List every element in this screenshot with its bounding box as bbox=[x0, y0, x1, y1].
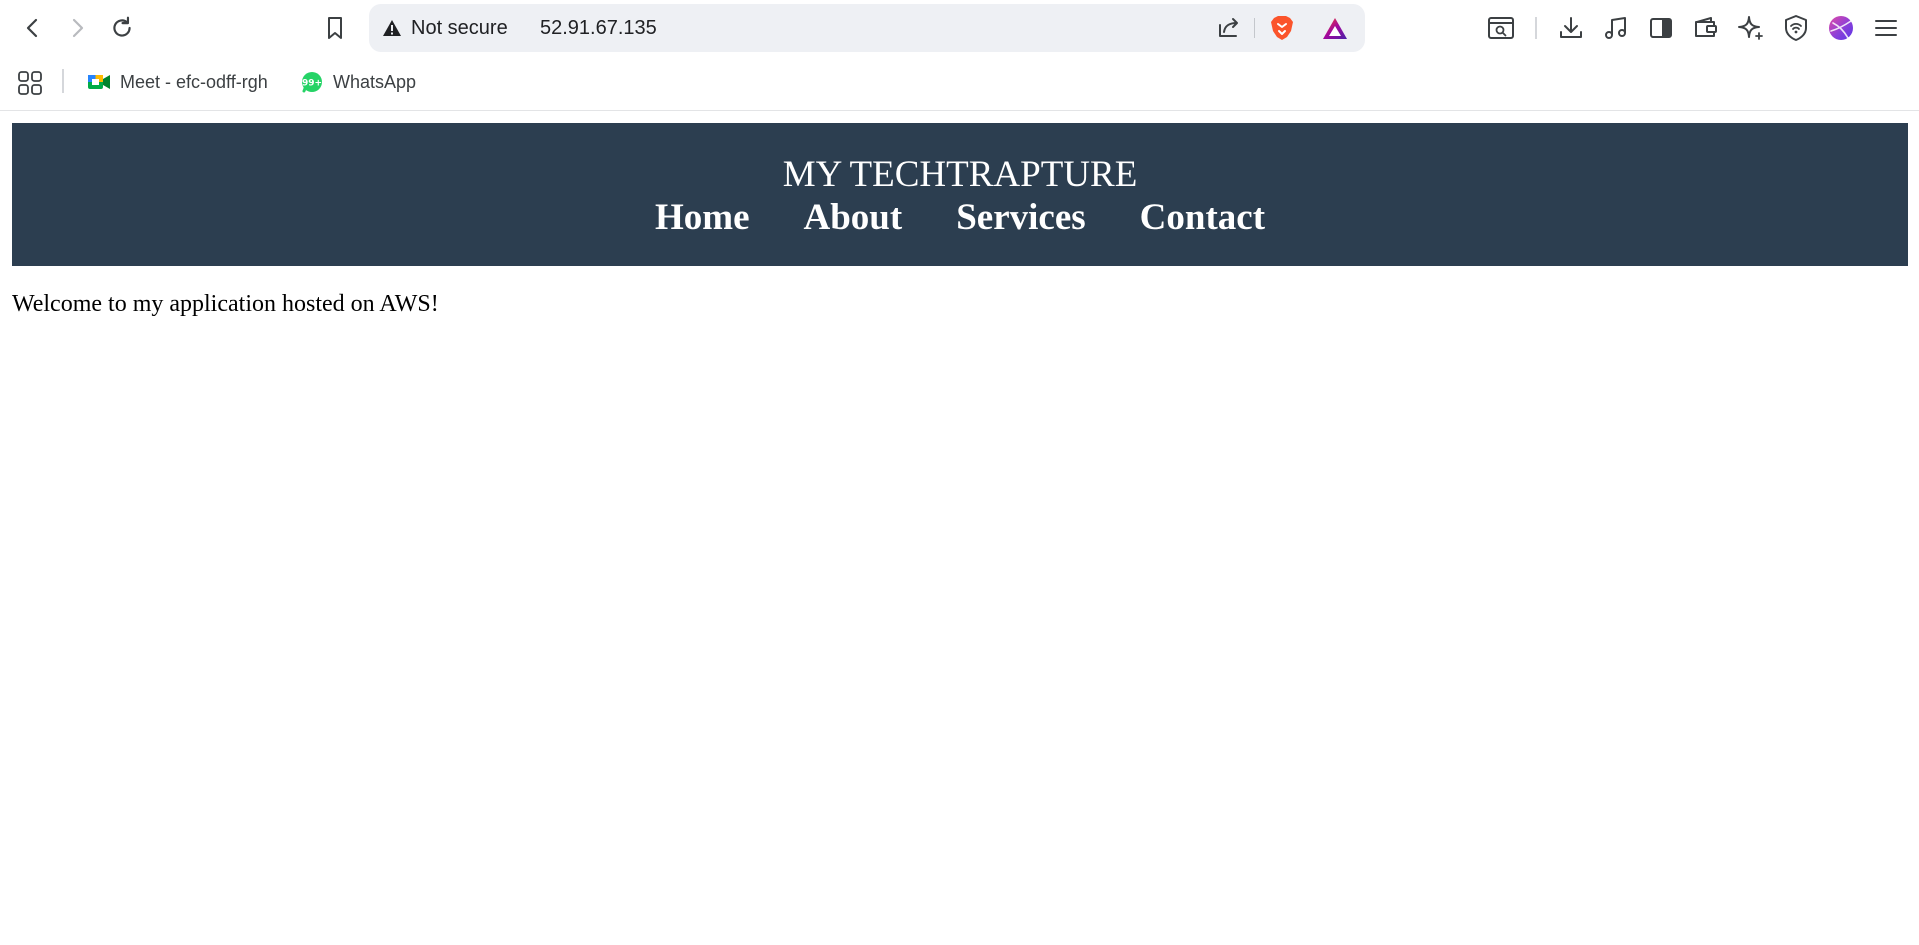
leo-ai-button[interactable] bbox=[1733, 10, 1769, 46]
bookmark-whatsapp[interactable]: 99+ WhatsApp bbox=[300, 67, 416, 97]
vpn-button[interactable] bbox=[1778, 10, 1814, 46]
bookmarks-bar: Meet - efc-odff-rgh 99+ WhatsApp bbox=[0, 56, 1919, 111]
bookmark-button[interactable] bbox=[317, 10, 353, 46]
brave-rewards-icon bbox=[1323, 18, 1347, 39]
downloads-button[interactable] bbox=[1553, 10, 1589, 46]
wallet-button[interactable] bbox=[1688, 10, 1724, 46]
tab-search-icon bbox=[1488, 17, 1514, 39]
hamburger-menu-icon bbox=[1875, 20, 1897, 36]
reload-icon bbox=[113, 16, 131, 37]
search-tab-button[interactable] bbox=[1483, 10, 1519, 46]
bookmark-meet-label: Meet - efc-odff-rgh bbox=[120, 71, 268, 92]
menu-button[interactable] bbox=[1868, 10, 1904, 46]
music-note-icon bbox=[1605, 17, 1626, 39]
vpn-shield-icon bbox=[1785, 15, 1807, 41]
site-header: MY TECHTRAPTURE Home About Services Cont… bbox=[12, 123, 1908, 266]
wallet-icon bbox=[1695, 17, 1717, 37]
reload-button[interactable] bbox=[104, 10, 140, 46]
brave-rewards-button[interactable] bbox=[1321, 16, 1349, 47]
share-icon bbox=[1219, 18, 1238, 37]
warning-icon bbox=[383, 20, 401, 36]
site-title: MY TECHTRAPTURE bbox=[782, 154, 1138, 195]
forward-button[interactable] bbox=[59, 10, 95, 46]
google-meet-icon bbox=[87, 72, 111, 92]
arrow-right-icon bbox=[72, 18, 84, 38]
nav-link-contact[interactable]: Contact bbox=[1140, 196, 1265, 240]
media-button[interactable] bbox=[1598, 10, 1634, 46]
arrow-left-icon bbox=[26, 18, 38, 38]
profile-avatar-icon bbox=[1829, 16, 1853, 40]
sidebar-icon bbox=[1650, 18, 1672, 38]
bookmark-meet[interactable]: Meet - efc-odff-rgh bbox=[87, 67, 268, 97]
url-divider bbox=[1254, 18, 1255, 38]
address-bar[interactable]: Not secure 52.91.67.135 bbox=[369, 4, 1365, 52]
back-button[interactable] bbox=[15, 10, 51, 46]
bookmark-icon bbox=[328, 17, 342, 39]
url-text[interactable]: 52.91.67.135 bbox=[540, 18, 657, 38]
brave-lion-icon bbox=[1271, 16, 1293, 40]
sparkle-icon bbox=[1738, 16, 1763, 40]
apps-button[interactable] bbox=[17, 70, 43, 101]
bookmarks-divider bbox=[62, 69, 64, 93]
sidebar-button[interactable] bbox=[1643, 10, 1679, 46]
brave-shields-button[interactable] bbox=[1268, 14, 1296, 47]
profile-button[interactable] bbox=[1823, 10, 1859, 46]
security-status[interactable]: Not secure bbox=[411, 18, 508, 38]
apps-grid-icon bbox=[18, 71, 42, 95]
nav-link-about[interactable]: About bbox=[804, 196, 903, 240]
browser-toolbar: Not secure 52.91.67.135 bbox=[0, 0, 1919, 56]
share-button[interactable] bbox=[1215, 14, 1243, 47]
bookmark-whatsapp-label: WhatsApp bbox=[333, 71, 417, 92]
site-nav: Home About Services Contact bbox=[12, 196, 1908, 240]
whatsapp-icon: 99+ bbox=[300, 70, 324, 94]
nav-link-services[interactable]: Services bbox=[956, 196, 1085, 240]
download-icon bbox=[1560, 17, 1582, 38]
whatsapp-badge: 99+ bbox=[302, 79, 322, 89]
toolbar-divider bbox=[1535, 17, 1537, 39]
nav-link-home[interactable]: Home bbox=[655, 196, 750, 240]
welcome-message: Welcome to my application hosted on AWS! bbox=[12, 291, 439, 317]
